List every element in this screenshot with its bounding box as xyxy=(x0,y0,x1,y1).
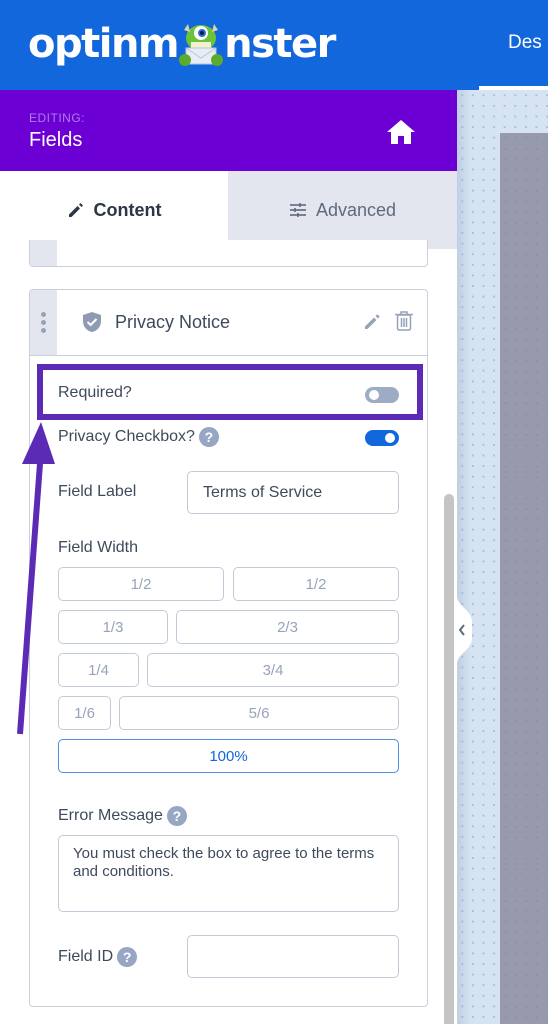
sliders-icon xyxy=(289,203,306,217)
field-id-label-text: Field ID xyxy=(58,948,114,966)
editing-label: EDITING: xyxy=(29,111,86,125)
field-id-label: Field ID? xyxy=(58,947,138,967)
collapse-sidebar-button[interactable] xyxy=(457,596,474,664)
pencil-icon xyxy=(68,203,83,217)
sidebar-scrollbar[interactable] xyxy=(444,494,454,1024)
top-bar: optinm nster Des xyxy=(0,0,548,90)
width-option-3-4[interactable]: 3/4 xyxy=(147,653,399,687)
width-option-2-3[interactable]: 2/3 xyxy=(176,610,399,644)
privacy-checkbox-label: Privacy Checkbox?? xyxy=(58,427,219,447)
previous-card-drag-handle[interactable] xyxy=(30,240,57,266)
home-button[interactable] xyxy=(385,117,417,147)
home-icon xyxy=(387,120,415,144)
campaign-preview-overlay[interactable] xyxy=(500,133,548,1024)
previous-field-card[interactable] xyxy=(29,240,428,267)
help-icon[interactable]: ? xyxy=(117,947,138,967)
editing-title: Fields xyxy=(29,129,83,151)
error-message-label-text: Error Message xyxy=(58,807,163,825)
edit-icon[interactable] xyxy=(363,312,382,331)
trash-icon[interactable] xyxy=(394,310,414,332)
canvas-shadow xyxy=(457,90,471,1024)
toggle-knob xyxy=(369,390,379,400)
logo-text-right: nster xyxy=(224,21,336,67)
help-icon[interactable]: ? xyxy=(198,427,219,447)
privacy-checkbox-label-text: Privacy Checkbox? xyxy=(58,428,195,446)
width-option-1-4[interactable]: 1/4 xyxy=(58,653,139,687)
card-header[interactable]: Privacy Notice xyxy=(30,290,427,356)
field-id-input[interactable] xyxy=(187,935,399,978)
width-option-100[interactable]: 100% xyxy=(58,739,399,773)
toggle-knob xyxy=(385,433,395,443)
tab-content-label: Content xyxy=(93,199,162,220)
top-nav-design-tab[interactable]: Des xyxy=(508,32,542,54)
privacy-checkbox-toggle[interactable] xyxy=(365,430,399,446)
tab-content[interactable]: Content xyxy=(0,171,228,249)
field-width-label: Field Width xyxy=(58,539,139,556)
error-message-label: Error Message? xyxy=(58,806,187,826)
card-title: Privacy Notice xyxy=(115,312,231,332)
tab-advanced[interactable]: Advanced xyxy=(228,171,457,249)
drag-dot xyxy=(41,320,46,325)
width-option-5-6[interactable]: 5/6 xyxy=(119,696,399,730)
error-message-textarea[interactable]: You must check the box to agree to the t… xyxy=(58,835,399,912)
field-label-label: Field Label xyxy=(58,483,137,500)
drag-dot xyxy=(41,312,46,317)
tab-advanced-label: Advanced xyxy=(315,199,397,220)
logo-text-left: optinm xyxy=(28,21,180,67)
optinmonster-logo[interactable]: optinm nster xyxy=(28,18,336,70)
drag-dot xyxy=(41,328,46,333)
monster-mascot-icon xyxy=(176,20,226,68)
editing-header: EDITING: Fields xyxy=(0,90,457,171)
shield-check-icon xyxy=(83,312,101,332)
width-option-1-6[interactable]: 1/6 xyxy=(58,696,111,730)
panel-tabs: Content Advanced xyxy=(0,171,457,249)
width-option-1-2-right[interactable]: 1/2 xyxy=(233,567,399,601)
required-label: Required? xyxy=(58,384,132,401)
width-option-1-2-left[interactable]: 1/2 xyxy=(58,567,224,601)
help-icon[interactable]: ? xyxy=(166,806,187,826)
required-toggle[interactable] xyxy=(365,387,399,403)
width-option-1-3[interactable]: 1/3 xyxy=(58,610,168,644)
field-label-input[interactable]: Terms of Service xyxy=(187,471,399,514)
drag-handle[interactable] xyxy=(30,290,57,355)
